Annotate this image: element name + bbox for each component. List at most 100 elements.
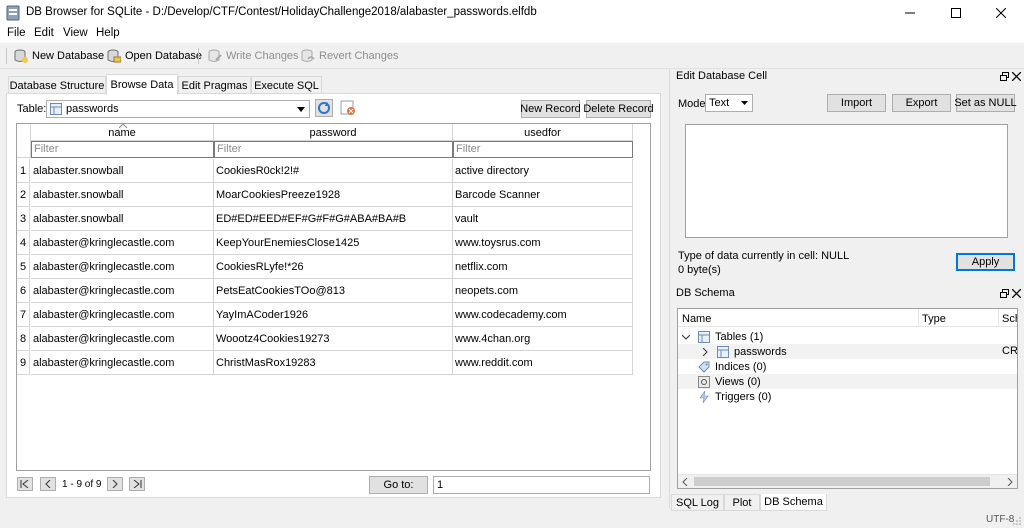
tab-sql-log[interactable]: SQL Log (671, 494, 724, 511)
scroll-right-icon[interactable] (1007, 478, 1013, 486)
row-number[interactable]: 7 (17, 303, 30, 327)
dock-splitter[interactable] (669, 69, 670, 509)
table-row[interactable]: 1 alabaster.snowball CookiesR0ck!2!# active… (17, 159, 633, 183)
delete-record-button[interactable]: Delete Record (583, 100, 654, 118)
cell-password[interactable]: Woootz4Cookies19273 (214, 327, 453, 351)
cell-usedfor[interactable]: www.reddit.com (453, 351, 633, 375)
cell-usedfor[interactable]: neopets.com (453, 279, 633, 303)
row-number[interactable]: 3 (17, 207, 30, 231)
tree-indices[interactable]: Indices (0) (698, 359, 766, 374)
cell-password[interactable]: YayImACoder1926 (214, 303, 453, 327)
new-record-button[interactable]: New Record (520, 100, 581, 118)
set-null-button[interactable]: Set as NULL (954, 94, 1017, 112)
row-number[interactable]: 1 (17, 159, 30, 183)
cell-editor-textarea[interactable] (685, 124, 1008, 238)
table-select[interactable]: passwords (46, 100, 310, 118)
goto-input[interactable]: 1 (433, 476, 650, 494)
tab-plot[interactable]: Plot (724, 494, 760, 511)
last-page-button[interactable] (129, 477, 145, 491)
cell-name[interactable]: alabaster.snowball (31, 183, 214, 207)
table-row[interactable]: 6 alabaster@kringlecastle.com PetsEatCooki… (17, 279, 633, 303)
import-button[interactable]: Import (827, 94, 886, 112)
cell-name[interactable]: alabaster@kringlecastle.com (31, 303, 214, 327)
tab-db-schema[interactable]: DB Schema (760, 494, 827, 511)
cell-password[interactable]: MoarCookiesPreeze1928 (214, 183, 453, 207)
close-button[interactable] (978, 0, 1024, 26)
size-grip-icon[interactable] (1013, 517, 1021, 525)
refresh-button[interactable] (315, 99, 333, 117)
tab-edit-pragmas[interactable]: Edit Pragmas (178, 76, 251, 94)
schema-col-name[interactable]: Name (682, 313, 711, 325)
float-panel-icon[interactable] (1000, 72, 1009, 81)
cell-password[interactable]: KeepYourEnemiesClose1425 (214, 231, 453, 255)
column-header-name[interactable]: name (31, 124, 214, 141)
cell-password[interactable]: CookiesR0ck!2!# (214, 159, 453, 183)
cell-name[interactable]: alabaster@kringlecastle.com (31, 351, 214, 375)
row-number[interactable]: 4 (17, 231, 30, 255)
apply-button[interactable]: Apply (956, 253, 1015, 271)
tab-database-structure[interactable]: Database Structure (8, 76, 106, 94)
tree-tables[interactable]: Tables (1) (682, 329, 763, 344)
menu-file[interactable]: File (7, 27, 26, 39)
maximize-button[interactable] (933, 0, 979, 26)
table-row[interactable]: 8 alabaster@kringlecastle.com Woootz4Cooki… (17, 327, 633, 351)
next-page-button[interactable] (107, 477, 123, 491)
float-panel-icon[interactable] (1000, 289, 1009, 298)
schema-col-type[interactable]: Type (922, 313, 946, 325)
tab-browse-data[interactable]: Browse Data (106, 74, 178, 95)
table-row[interactable]: 4 alabaster@kringlecastle.com KeepYourEnem… (17, 231, 633, 255)
row-number[interactable]: 9 (17, 351, 30, 375)
column-header-password[interactable]: password (214, 124, 453, 141)
minimize-button[interactable] (887, 0, 933, 26)
cell-name[interactable]: alabaster.snowball (31, 159, 214, 183)
tree-triggers[interactable]: Triggers (0) (698, 389, 771, 404)
filter-password-input[interactable]: Filter (214, 141, 453, 158)
table-row[interactable]: 2 alabaster.snowball MoarCookiesPreeze1928… (17, 183, 633, 207)
write-changes-button[interactable]: Write Changes (208, 47, 299, 65)
cell-usedfor[interactable]: Barcode Scanner (453, 183, 633, 207)
cell-usedfor[interactable]: vault (453, 207, 633, 231)
close-panel-icon[interactable] (1012, 289, 1021, 298)
table-row[interactable]: 3 alabaster.snowball ED#ED#EED#EF#G#F#G#AB… (17, 207, 633, 231)
cell-name[interactable]: alabaster@kringlecastle.com (31, 327, 214, 351)
filter-name-input[interactable]: Filter (31, 141, 214, 158)
row-number[interactable]: 6 (17, 279, 30, 303)
cell-usedfor[interactable]: active directory (453, 159, 633, 183)
menu-view[interactable]: View (63, 27, 88, 39)
row-number[interactable]: 5 (17, 255, 30, 279)
filter-usedfor-input[interactable]: Filter (453, 141, 633, 158)
first-page-button[interactable] (17, 477, 33, 491)
close-panel-icon[interactable] (1012, 72, 1021, 81)
table-row[interactable]: 9 alabaster@kringlecastle.com ChristMasRox… (17, 351, 633, 375)
menu-edit[interactable]: Edit (34, 27, 54, 39)
cell-password[interactable]: PetsEatCookiesTOo@813 (214, 279, 453, 303)
schema-horizontal-scrollbar[interactable] (678, 474, 1017, 488)
tree-views[interactable]: Views (0) (678, 374, 1017, 389)
cell-password[interactable]: CookiesRLyfe!*26 (214, 255, 453, 279)
scroll-left-icon[interactable] (682, 478, 688, 486)
tree-table-passwords[interactable]: passwords CRE (678, 344, 1017, 359)
schema-col-schema[interactable]: Sch (1002, 313, 1017, 325)
export-button[interactable]: Export (892, 94, 951, 112)
cell-name[interactable]: alabaster@kringlecastle.com (31, 231, 214, 255)
cell-password[interactable]: ED#ED#EED#EF#G#F#G#ABA#BA#B (214, 207, 453, 231)
clear-filters-button[interactable] (339, 99, 357, 117)
cell-usedfor[interactable]: www.4chan.org (453, 327, 633, 351)
new-database-button[interactable]: New Database (14, 47, 104, 65)
column-header-usedfor[interactable]: usedfor (453, 124, 633, 141)
revert-changes-button[interactable]: Revert Changes (301, 47, 399, 65)
scrollbar-thumb[interactable] (694, 477, 990, 486)
cell-name[interactable]: alabaster.snowball (31, 207, 214, 231)
cell-password[interactable]: ChristMasRox19283 (214, 351, 453, 375)
goto-button[interactable]: Go to: (369, 476, 428, 494)
row-number[interactable]: 2 (17, 183, 30, 207)
menu-help[interactable]: Help (96, 27, 120, 39)
cell-usedfor[interactable]: www.codecademy.com (453, 303, 633, 327)
tab-execute-sql[interactable]: Execute SQL (251, 76, 322, 94)
cell-name[interactable]: alabaster@kringlecastle.com (31, 255, 214, 279)
cell-name[interactable]: alabaster@kringlecastle.com (31, 279, 214, 303)
cell-usedfor[interactable]: netflix.com (453, 255, 633, 279)
table-row[interactable]: 7 alabaster@kringlecastle.com YayImACoder1… (17, 303, 633, 327)
row-number[interactable]: 8 (17, 327, 30, 351)
open-database-button[interactable]: Open Database (107, 47, 202, 65)
